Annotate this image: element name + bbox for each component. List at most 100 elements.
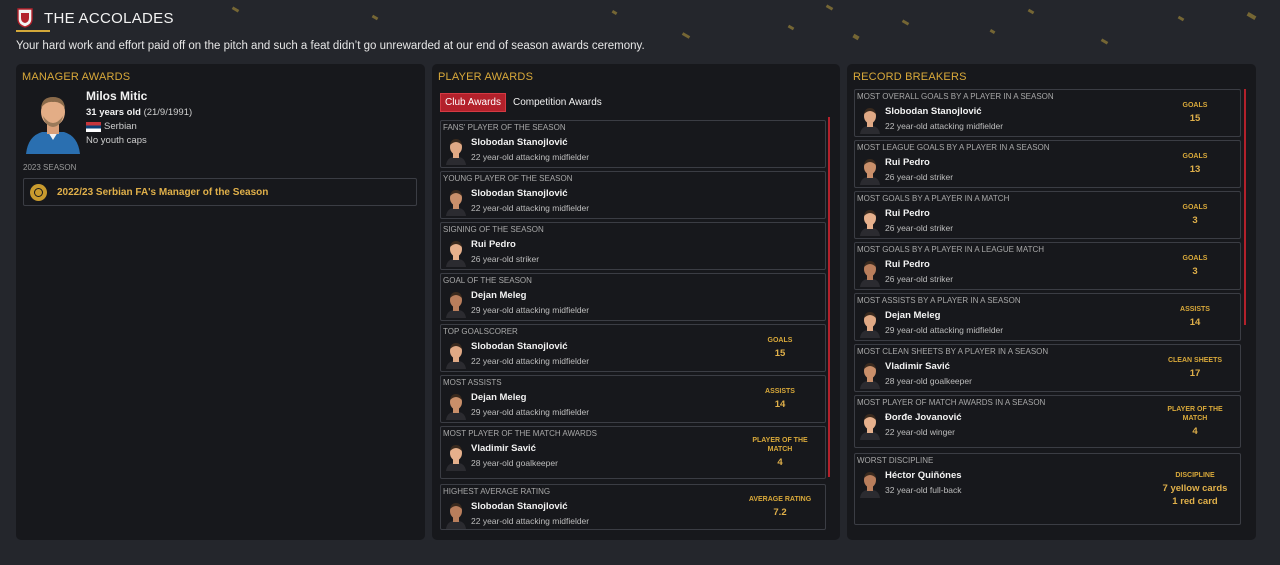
player-name[interactable]: Dejan Meleg xyxy=(471,290,526,301)
stat-value: 1 red card xyxy=(1172,495,1218,507)
stat-value: 3 xyxy=(1192,266,1198,277)
record-card[interactable]: MOST OVERALL GOALS BY A PLAYER IN A SEAS… xyxy=(854,89,1241,137)
player-description: 26 year-old striker xyxy=(885,223,954,233)
player-description: 29 year-old attacking midfielder xyxy=(471,305,590,315)
stat-block: PLAYER OF THE MATCH 4 xyxy=(741,427,819,478)
player-photo xyxy=(446,503,466,529)
player-award-card[interactable]: FANS' PLAYER OF THE SEASON Slobodan Stano… xyxy=(440,120,826,168)
stat-block: DISCIPLINE 7 yellow cards 1 red card xyxy=(1156,454,1234,524)
stat-label: ASSISTS xyxy=(765,388,795,395)
record-heading: MOST GOALS BY A PLAYER IN A MATCH xyxy=(857,194,1010,203)
manager-youth-caps: No youth caps xyxy=(86,135,147,146)
tab-club-awards[interactable]: Club Awards xyxy=(440,93,506,112)
manager-nationality-label: Serbian xyxy=(104,121,137,132)
player-photo xyxy=(860,108,880,134)
player-name[interactable]: Slobodan Stanojlović xyxy=(471,188,568,199)
player-awards-title: PLAYER AWARDS xyxy=(438,71,534,83)
record-card[interactable]: MOST GOALS BY A PLAYER IN A LEAGUE MATCH… xyxy=(854,242,1241,290)
player-name[interactable]: Rui Pedro xyxy=(885,259,930,270)
player-description: 22 year-old attacking midfielder xyxy=(471,516,590,526)
stat-value: 7 yellow cards xyxy=(1162,482,1228,494)
stat-block: CLEAN SHEETS 17 xyxy=(1156,345,1234,391)
record-heading: MOST ASSISTS BY A PLAYER IN A SEASON xyxy=(857,296,1021,305)
player-name[interactable]: Đorđe Jovanović xyxy=(885,412,962,423)
record-card[interactable]: MOST ASSISTS BY A PLAYER IN A SEASON Deja… xyxy=(854,293,1241,341)
player-photo xyxy=(446,343,466,369)
player-name[interactable]: Rui Pedro xyxy=(885,157,930,168)
stat-label: AVERAGE RATING xyxy=(748,496,812,503)
player-name[interactable]: Dejan Meleg xyxy=(471,392,526,403)
player-photo xyxy=(446,292,466,318)
stat-label: PLAYER OF THE MATCH xyxy=(752,437,808,453)
player-name[interactable]: Dejan Meleg xyxy=(885,310,940,321)
player-name[interactable]: Rui Pedro xyxy=(471,239,516,250)
record-breakers-scrollbar[interactable] xyxy=(1244,89,1246,325)
player-description: 22 year-old attacking midfielder xyxy=(471,203,590,213)
player-name[interactable]: Slobodan Stanojlović xyxy=(885,106,982,117)
stat-label: GOALS xyxy=(1182,204,1208,211)
record-card[interactable]: MOST PLAYER OF MATCH AWARDS IN A SEASON Đ… xyxy=(854,395,1241,448)
player-photo xyxy=(860,261,880,287)
stat-value: 17 xyxy=(1189,368,1201,379)
player-name[interactable]: Rui Pedro xyxy=(885,208,930,219)
manager-age-value: 31 years old xyxy=(86,107,141,118)
player-award-card[interactable]: SIGNING OF THE SEASON Rui Pedro 26 year-ol… xyxy=(440,222,826,270)
player-name[interactable]: Vladimir Savić xyxy=(471,443,536,454)
stat-block: AVERAGE RATING 7.2 xyxy=(741,485,819,529)
player-award-card[interactable]: GOAL OF THE SEASON Dejan Meleg 29 year-old… xyxy=(440,273,826,321)
page-title: THE ACCOLADES xyxy=(44,9,174,27)
player-description: 26 year-old striker xyxy=(885,172,954,182)
player-photo xyxy=(860,363,880,389)
record-card[interactable]: MOST LEAGUE GOALS BY A PLAYER IN A SEASO… xyxy=(854,140,1241,188)
player-photo xyxy=(860,472,880,498)
record-breakers-title: RECORD BREAKERS xyxy=(853,71,967,83)
manager-age: 31 years old (21/9/1991) xyxy=(86,107,192,118)
player-photo xyxy=(446,394,466,420)
player-description: 29 year-old attacking midfielder xyxy=(885,325,1004,335)
player-name[interactable]: Slobodan Stanojlović xyxy=(471,501,568,512)
player-award-card[interactable]: MOST ASSISTS Dejan Meleg 29 year-old attac… xyxy=(440,375,826,423)
manager-dob: (21/9/1991) xyxy=(143,107,193,118)
stat-value: 14 xyxy=(1189,317,1201,328)
stat-block: ASSISTS 14 xyxy=(1156,294,1234,340)
stat-value: 13 xyxy=(1189,164,1201,175)
player-description: 22 year-old attacking midfielder xyxy=(885,121,1004,131)
player-name[interactable]: Slobodan Stanojlović xyxy=(471,341,568,352)
player-awards-scrollbar[interactable] xyxy=(828,117,830,477)
stat-block: ASSISTS 14 xyxy=(741,376,819,422)
stat-label: ASSISTS xyxy=(1180,306,1210,313)
manager-award-label: 2022/23 Serbian FA's Manager of the Seas… xyxy=(57,186,269,198)
player-name[interactable]: Slobodan Stanojlović xyxy=(471,137,568,148)
record-card[interactable]: MOST GOALS BY A PLAYER IN A MATCH Rui Ped… xyxy=(854,191,1241,239)
medal-icon xyxy=(30,183,47,201)
player-description: 22 year-old attacking midfielder xyxy=(471,152,590,162)
tab-competition-awards[interactable]: Competition Awards xyxy=(509,93,606,112)
player-award-card[interactable]: HIGHEST AVERAGE RATING Slobodan Stanojlov… xyxy=(440,484,826,530)
stat-label: GOALS xyxy=(767,337,793,344)
manager-name[interactable]: Milos Mitic xyxy=(86,89,147,103)
club-crest-icon xyxy=(17,8,33,28)
player-photo xyxy=(860,414,880,440)
stat-block: GOALS 15 xyxy=(741,325,819,371)
player-award-heading: SIGNING OF THE SEASON xyxy=(443,225,544,234)
record-card[interactable]: MOST CLEAN SHEETS BY A PLAYER IN A SEASO… xyxy=(854,344,1241,392)
player-name[interactable]: Héctor Quiñónes xyxy=(885,470,962,481)
player-award-card[interactable]: TOP GOALSCORER Slobodan Stanojlović 22 yea… xyxy=(440,324,826,372)
record-heading: MOST GOALS BY A PLAYER IN A LEAGUE MATCH xyxy=(857,245,1045,254)
player-photo xyxy=(446,241,466,267)
player-description: 22 year-old attacking midfielder xyxy=(471,356,590,366)
player-name[interactable]: Vladimir Savić xyxy=(885,361,950,372)
player-description: 26 year-old striker xyxy=(885,274,954,284)
stat-block: GOALS 3 xyxy=(1156,243,1234,289)
player-award-heading: MOST ASSISTS xyxy=(443,378,502,387)
player-award-heading: YOUNG PLAYER OF THE SEASON xyxy=(443,174,573,183)
player-award-heading: TOP GOALSCORER xyxy=(443,327,518,336)
record-card[interactable]: WORST DISCIPLINE Héctor Quiñónes 32 year-o… xyxy=(854,453,1241,525)
player-award-card[interactable]: YOUNG PLAYER OF THE SEASON Slobodan Stano… xyxy=(440,171,826,219)
player-award-heading: HIGHEST AVERAGE RATING xyxy=(443,487,551,496)
manager-award-item[interactable]: 2022/23 Serbian FA's Manager of the Seas… xyxy=(23,178,417,206)
player-description: 29 year-old attacking midfielder xyxy=(471,407,590,417)
record-heading: MOST OVERALL GOALS BY A PLAYER IN A SEAS… xyxy=(857,92,1054,101)
player-award-card[interactable]: MOST PLAYER OF THE MATCH AWARDS Vladimir … xyxy=(440,426,826,479)
player-award-heading: GOAL OF THE SEASON xyxy=(443,276,532,285)
